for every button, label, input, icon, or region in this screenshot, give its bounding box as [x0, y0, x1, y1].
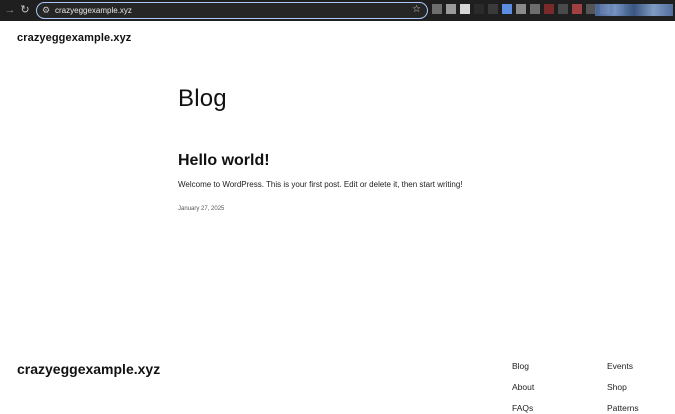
- footer-link-about[interactable]: About: [512, 382, 534, 392]
- bookmark-star-icon[interactable]: ☆: [412, 4, 421, 16]
- page-title: Blog: [178, 85, 227, 112]
- reload-icon[interactable]: ↻: [18, 3, 32, 17]
- post-date[interactable]: January 27, 2025: [178, 206, 224, 212]
- footer-nav-column-2: Events Shop Patterns: [607, 361, 639, 413]
- extension-icon[interactable]: [446, 4, 456, 14]
- extension-icon[interactable]: [544, 4, 554, 14]
- footer-link-faqs[interactable]: FAQs: [512, 403, 534, 413]
- footer-nav-column-1: Blog About FAQs: [512, 361, 534, 413]
- extension-icon[interactable]: [460, 4, 470, 14]
- extension-icon[interactable]: [572, 4, 582, 14]
- site-info-icon[interactable]: ⚙: [42, 5, 52, 15]
- extension-icon[interactable]: [558, 4, 568, 14]
- extension-icon[interactable]: [488, 4, 498, 14]
- extension-icon[interactable]: [474, 4, 484, 14]
- post-excerpt: Welcome to WordPress. This is your first…: [178, 180, 463, 189]
- blurred-profile-area: [595, 4, 673, 16]
- browser-toolbar: → ↻ ⚙ crazyeggexample.xyz ☆: [0, 0, 675, 21]
- address-bar[interactable]: ⚙ crazyeggexample.xyz ☆: [36, 2, 428, 19]
- site-title[interactable]: crazyeggexample.xyz: [17, 32, 131, 44]
- footer-link-events[interactable]: Events: [607, 361, 639, 371]
- footer-link-shop[interactable]: Shop: [607, 382, 639, 392]
- extension-icon[interactable]: [530, 4, 540, 14]
- footer-link-blog[interactable]: Blog: [512, 361, 534, 371]
- extension-icon[interactable]: [502, 4, 512, 14]
- extension-icon[interactable]: [516, 4, 526, 14]
- footer-link-patterns[interactable]: Patterns: [607, 403, 639, 413]
- url-text[interactable]: crazyeggexample.xyz: [55, 5, 132, 16]
- back-arrow-icon[interactable]: →: [3, 3, 17, 17]
- post-title[interactable]: Hello world!: [178, 152, 270, 170]
- extension-icon[interactable]: [432, 4, 442, 14]
- footer-site-title[interactable]: crazyeggexample.xyz: [17, 361, 160, 377]
